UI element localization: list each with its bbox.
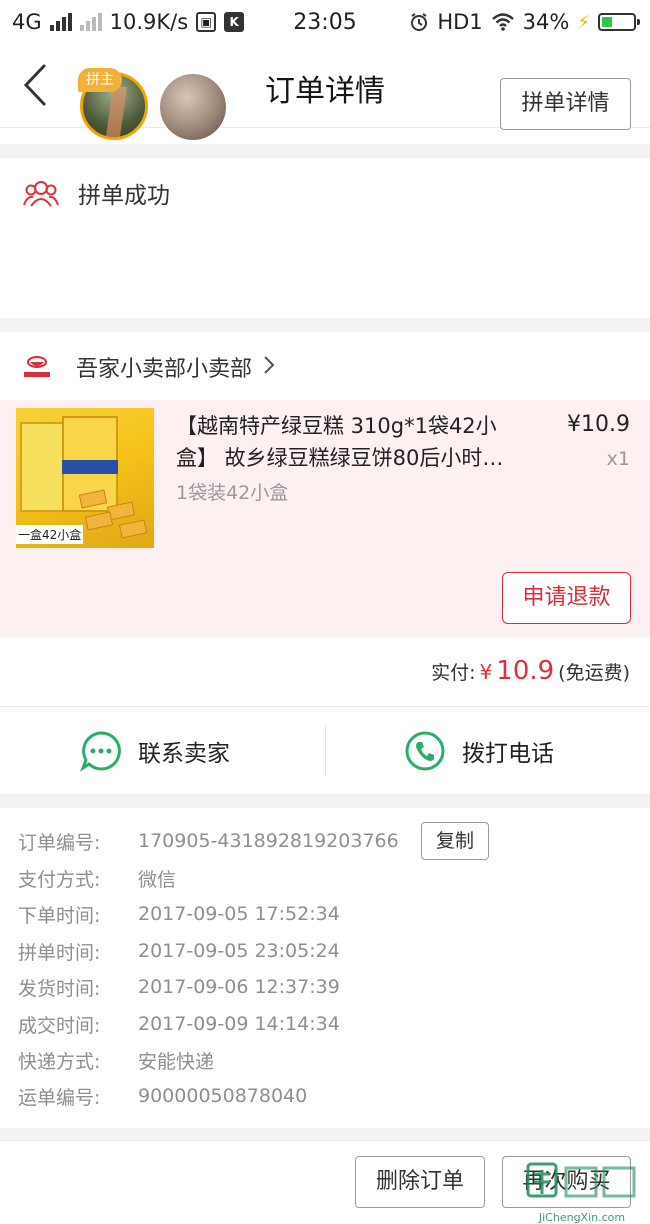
cake-piece	[84, 511, 114, 531]
group-detail-button[interactable]: 拼单详情	[500, 78, 631, 130]
shop-name: 吾家小卖部小卖部	[76, 357, 253, 382]
group-people-icon	[23, 181, 59, 207]
detail-row-payment: 支付方式: 微信	[18, 863, 176, 893]
detail-value: 170905-431892819203766	[138, 830, 399, 852]
detail-row-ship-time: 发货时间: 2017-09-06 12:37:39	[18, 972, 340, 1002]
group-buy-card: 拼单成功	[0, 158, 650, 318]
group-status: 拼单成功	[22, 176, 170, 210]
alarm-icon	[411, 13, 428, 31]
order-details: 订单编号: 170905-431892819203766 复制 支付方式: 微信 下…	[0, 808, 650, 1128]
package-left	[20, 422, 64, 512]
paid-label: 实付:	[431, 662, 476, 684]
notification-icon: ▣	[196, 12, 217, 32]
contact-row: 联系卖家 拨打电话	[0, 708, 650, 794]
charging-icon: ⚡	[577, 11, 590, 33]
status-right: HD1 34% ⚡	[409, 10, 640, 34]
paid-amount: 10.9	[496, 656, 555, 686]
detail-row-order-no: 订单编号: 170905-431892819203766	[18, 826, 399, 856]
avatar-photo	[105, 87, 127, 137]
wifi-icon	[491, 13, 514, 31]
copy-button[interactable]: 复制	[421, 822, 489, 860]
bottom-action-bar: 删除订单 再次购买	[0, 1140, 650, 1224]
paid-currency: ¥	[479, 660, 493, 684]
status-left: 4G 10.9K/s ▣ K	[12, 10, 245, 34]
host-badge: 拼主	[78, 68, 122, 92]
detail-row-order-time: 下单时间: 2017-09-05 17:52:34	[18, 899, 340, 929]
detail-value: 2017-09-05 17:52:34	[138, 903, 340, 925]
battery-percent: 34%	[522, 10, 570, 34]
hd-label: HD1	[437, 10, 483, 34]
detail-label: 快递方式:	[18, 1050, 101, 1073]
detail-label: 下单时间:	[18, 904, 101, 927]
section-gap	[0, 144, 650, 158]
group-status-text: 拼单成功	[78, 183, 170, 209]
product-spec: 1袋装42小盒	[176, 482, 289, 504]
product-quantity: x1	[606, 448, 630, 470]
product-image: 一盒42小盒	[16, 408, 154, 548]
battery-icon	[598, 13, 640, 31]
detail-label: 成交时间:	[18, 1014, 101, 1037]
detail-row-deal-time: 成交时间: 2017-09-09 14:14:34	[18, 1009, 340, 1039]
divider	[0, 706, 650, 707]
payment-summary: 实付: ¥ 10.9 (免运费)	[431, 656, 630, 686]
call-phone-label: 拨打电话	[462, 741, 554, 767]
detail-label: 订单编号:	[18, 831, 101, 854]
phone-icon	[405, 731, 445, 771]
contact-divider	[325, 726, 326, 776]
signal-2-icon	[79, 13, 102, 31]
detail-value: 微信	[138, 868, 177, 891]
package-band	[62, 460, 118, 474]
call-phone-button[interactable]: 拨打电话	[404, 708, 554, 794]
detail-label: 支付方式:	[18, 868, 101, 891]
member-avatar[interactable]	[160, 74, 226, 140]
detail-row-courier: 快递方式: 安能快递	[18, 1045, 214, 1075]
net-speed: 10.9K/s	[109, 10, 189, 34]
network-type: 4G	[12, 10, 42, 34]
detail-row-group-time: 拼单时间: 2017-09-05 23:05:24	[18, 936, 340, 966]
detail-value: 2017-09-05 23:05:24	[138, 940, 340, 962]
detail-value: 90000050878040	[138, 1085, 308, 1107]
chat-bubble-icon	[80, 731, 121, 772]
delete-order-button[interactable]: 删除订单	[355, 1156, 485, 1208]
detail-value: 2017-09-06 12:37:39	[138, 976, 340, 998]
shop-logo-icon	[24, 356, 50, 377]
contact-seller-label: 联系卖家	[138, 741, 230, 767]
detail-label: 拼单时间:	[18, 941, 101, 964]
shop-row[interactable]: 吾家小卖部小卖部	[0, 332, 650, 400]
product-title: 【越南特产绿豆糕 310g*1袋42小盒】 故乡绿豆糕绿豆饼80后小时…	[176, 414, 504, 470]
refund-button[interactable]: 申请退款	[502, 572, 631, 624]
detail-label: 运单编号:	[18, 1086, 101, 1109]
shipping-note: (免运费)	[558, 662, 630, 684]
detail-label: 发货时间:	[18, 977, 101, 1000]
image-caption: 一盒42小盒	[16, 525, 84, 544]
contact-seller-button[interactable]: 联系卖家	[80, 708, 230, 794]
section-gap	[0, 1128, 650, 1140]
detail-value: 安能快递	[138, 1050, 215, 1073]
section-gap	[0, 318, 650, 332]
signal-icon	[49, 13, 72, 31]
status-bar: 4G 10.9K/s ▣ K 23:05 HD1 34% ⚡	[0, 0, 650, 44]
buy-again-button[interactable]: 再次购买	[502, 1156, 631, 1208]
app-k-icon: K	[224, 12, 245, 32]
cake-piece	[118, 519, 148, 539]
product-price: ¥10.9	[567, 412, 630, 437]
chevron-right-icon	[264, 356, 275, 374]
section-gap	[0, 794, 650, 808]
battery-level	[602, 17, 613, 27]
detail-value: 2017-09-09 14:14:34	[138, 1013, 340, 1035]
detail-row-tracking: 运单编号: 90000050878040	[18, 1081, 307, 1111]
